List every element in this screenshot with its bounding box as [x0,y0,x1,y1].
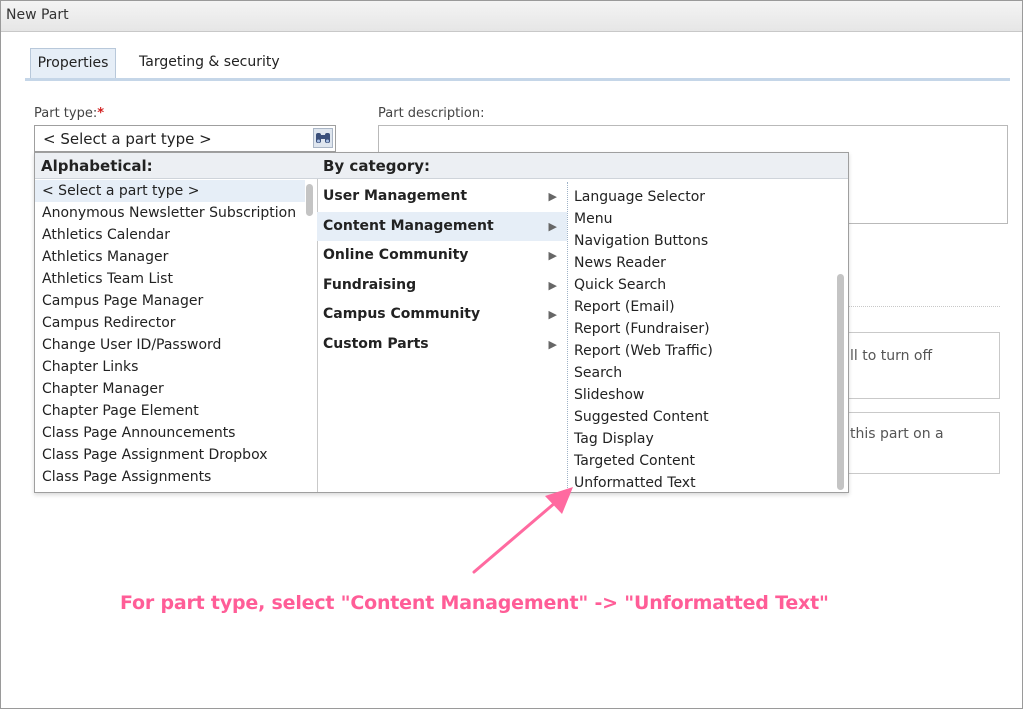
instruction-annotation: For part type, select "Content Managemen… [120,592,829,614]
